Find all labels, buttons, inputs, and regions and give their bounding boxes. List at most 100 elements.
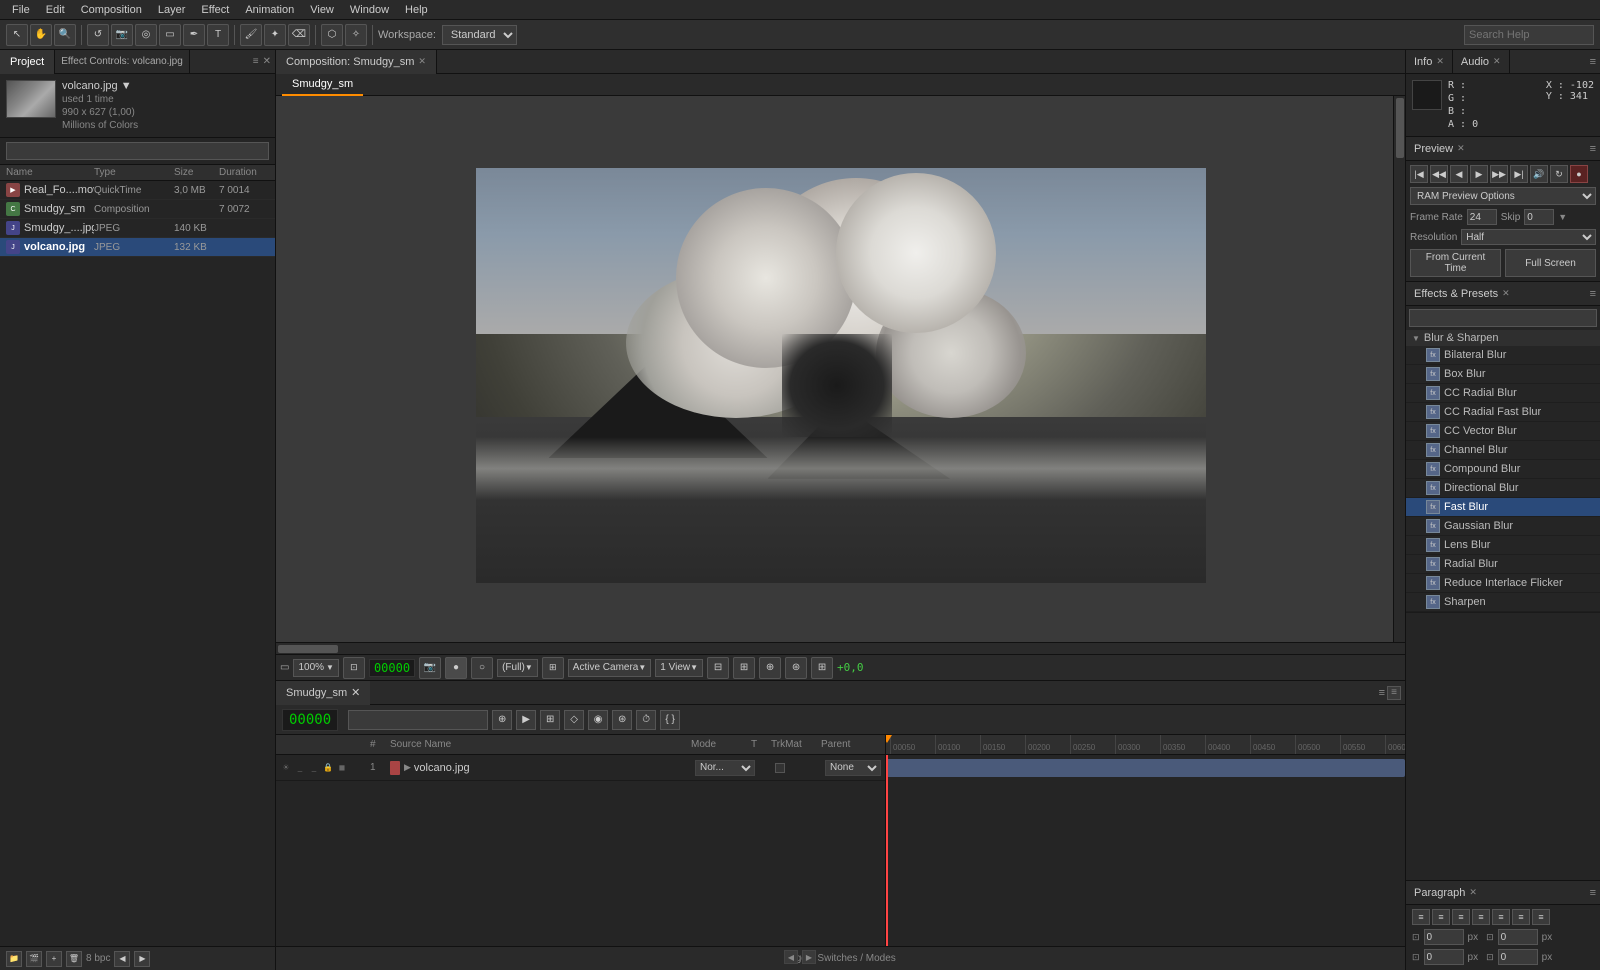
from-current-btn[interactable]: From Current Time bbox=[1410, 249, 1501, 277]
blur-sharpen-header[interactable]: ▼ Blur & Sharpen bbox=[1406, 330, 1600, 346]
viewer-3d-btn[interactable]: ⊞ bbox=[811, 657, 833, 679]
tl-clock-btn[interactable]: ⏱ bbox=[636, 710, 656, 730]
track-body[interactable] bbox=[886, 755, 1405, 946]
timeline-panel-menu[interactable]: ≡ bbox=[1379, 687, 1385, 699]
effect-item-channel[interactable]: fx Channel Blur bbox=[1406, 441, 1600, 460]
viewer-timecode[interactable]: 00000 bbox=[369, 659, 415, 677]
prev-frame-btn[interactable]: ◀◀ bbox=[1430, 165, 1448, 183]
tl-render-btn[interactable]: ▶ bbox=[516, 710, 536, 730]
para-tab-close[interactable]: ✕ bbox=[1469, 887, 1477, 898]
viewer-scrollbar-h[interactable] bbox=[276, 642, 1405, 654]
para-panel-menu[interactable]: ≡ bbox=[1590, 887, 1600, 899]
tool-eraser[interactable]: ⌫ bbox=[288, 24, 310, 46]
first-frame-btn[interactable]: |◀ bbox=[1410, 165, 1428, 183]
effect-item-cc-radial[interactable]: fx CC Radial Blur bbox=[1406, 384, 1600, 403]
scroll-right-btn[interactable]: ▶ bbox=[134, 951, 150, 967]
menu-window[interactable]: Window bbox=[342, 4, 397, 16]
tl-snap-btn[interactable]: ⊞ bbox=[540, 710, 560, 730]
timeline-tab[interactable]: Smudgy_sm ✕ bbox=[276, 681, 370, 705]
layer-audio-btn[interactable]: _ bbox=[308, 762, 320, 774]
tool-hand[interactable]: ✋ bbox=[30, 24, 52, 46]
tl-3d-btn[interactable]: ⊛ bbox=[612, 710, 632, 730]
comp-tab-active[interactable]: Composition: Smudgy_sm ✕ bbox=[276, 50, 437, 74]
info-panel-menu[interactable]: ≡ bbox=[1590, 56, 1600, 68]
tool-select[interactable]: ↖ bbox=[6, 24, 28, 46]
audio-tab[interactable]: Audio ✕ bbox=[1453, 50, 1510, 74]
effect-item-radial[interactable]: fx Radial Blur bbox=[1406, 555, 1600, 574]
tool-zoom[interactable]: 🔍 bbox=[54, 24, 76, 46]
effect-item-sharpen[interactable]: fx Sharpen bbox=[1406, 593, 1600, 612]
full-screen-btn[interactable]: Full Screen bbox=[1505, 249, 1596, 277]
layer-lock-btn[interactable]: 🔒 bbox=[322, 762, 334, 774]
last-frame-btn[interactable]: ▶| bbox=[1510, 165, 1528, 183]
panel-close-icon[interactable]: ✕ bbox=[263, 56, 271, 67]
viewer-snap-btn[interactable]: ⊕ bbox=[759, 657, 781, 679]
next-frame-btn[interactable]: ▶▶ bbox=[1490, 165, 1508, 183]
tool-puppet[interactable]: ✧ bbox=[345, 24, 367, 46]
menu-edit[interactable]: Edit bbox=[38, 4, 73, 16]
list-item[interactable]: J volcano.jpg JPEG 132 KB bbox=[0, 238, 275, 257]
effect-item-directional[interactable]: fx Directional Blur bbox=[1406, 479, 1600, 498]
tool-anchor[interactable]: ◎ bbox=[135, 24, 157, 46]
tl-comp-marker-btn[interactable]: ⊕ bbox=[492, 710, 512, 730]
layer-video-btn[interactable]: _ bbox=[294, 762, 306, 774]
para-tab[interactable]: Paragraph ✕ bbox=[1406, 881, 1485, 905]
timeline-tab-close[interactable]: ✕ bbox=[351, 686, 360, 699]
effects-tab[interactable]: Effects & Presets ✕ bbox=[1406, 282, 1518, 306]
list-item[interactable]: J Smudgy_....jpg JPEG 140 KB bbox=[0, 219, 275, 238]
tool-text[interactable]: T bbox=[207, 24, 229, 46]
viewer-color-btn[interactable]: ● bbox=[445, 657, 467, 679]
menu-view[interactable]: View bbox=[302, 4, 342, 16]
effect-item-bilateral[interactable]: fx Bilateral Blur bbox=[1406, 346, 1600, 365]
tool-rotate[interactable]: ↺ bbox=[87, 24, 109, 46]
list-item[interactable]: ▶ Real_Fo....mov QuickTime 3,0 MB 7 0014 bbox=[0, 181, 275, 200]
layer-mode-select[interactable]: Nor... bbox=[695, 760, 755, 776]
comp-tab-close[interactable]: ✕ bbox=[418, 56, 426, 67]
tool-shape[interactable]: ▭ bbox=[159, 24, 181, 46]
para-justify-all[interactable]: ≡ bbox=[1532, 909, 1550, 925]
tl-nav-right[interactable]: ▶ bbox=[802, 950, 816, 964]
effect-item-cc-vector[interactable]: fx CC Vector Blur bbox=[1406, 422, 1600, 441]
para-align-left[interactable]: ≡ bbox=[1412, 909, 1430, 925]
resolution-select[interactable]: Half bbox=[1461, 229, 1596, 245]
layer-label-btn[interactable]: ◼ bbox=[336, 762, 348, 774]
para-align-center[interactable]: ≡ bbox=[1432, 909, 1450, 925]
zoom-dropdown[interactable]: 100% ▼ bbox=[293, 659, 339, 677]
list-item[interactable]: C Smudgy_sm Composition 7 0072 bbox=[0, 200, 275, 219]
loop-btn[interactable]: ↻ bbox=[1550, 165, 1568, 183]
effect-item-reduce[interactable]: fx Reduce Interlace Flicker bbox=[1406, 574, 1600, 593]
para-spacing-1[interactable] bbox=[1424, 929, 1464, 945]
effect-item-fast[interactable]: fx Fast Blur bbox=[1406, 498, 1600, 517]
transparency-btn[interactable]: ⊞ bbox=[542, 657, 564, 679]
effect-item-gaussian[interactable]: fx Gaussian Blur bbox=[1406, 517, 1600, 536]
effect-item-box[interactable]: fx Box Blur bbox=[1406, 365, 1600, 384]
tl-nav-left[interactable]: ◀ bbox=[784, 950, 798, 964]
project-search-input[interactable] bbox=[6, 142, 269, 160]
effect-item-lens[interactable]: fx Lens Blur bbox=[1406, 536, 1600, 555]
viewer-alpha-btn[interactable]: ○ bbox=[471, 657, 493, 679]
para-justify-center[interactable]: ≡ bbox=[1492, 909, 1510, 925]
viewer-toggle-region[interactable]: ▭ bbox=[280, 662, 289, 673]
menu-layer[interactable]: Layer bbox=[150, 4, 194, 16]
tl-motion-blur-btn[interactable]: ◉ bbox=[588, 710, 608, 730]
audio-btn[interactable]: 🔊 bbox=[1530, 165, 1548, 183]
info-tab-close[interactable]: ✕ bbox=[1436, 56, 1444, 67]
camera-view-dropdown[interactable]: Active Camera ▼ bbox=[568, 659, 652, 677]
tool-camera[interactable]: 📷 bbox=[111, 24, 133, 46]
preview-tab-close[interactable]: ✕ bbox=[1457, 143, 1465, 154]
panel-menu-icon[interactable]: ≡ bbox=[253, 56, 259, 67]
tl-expressions-btn[interactable]: { } bbox=[660, 710, 680, 730]
new-folder-btn[interactable]: 📁 bbox=[6, 951, 22, 967]
play-btn[interactable]: ▶ bbox=[1470, 165, 1488, 183]
skip-input[interactable] bbox=[1524, 209, 1554, 225]
effect-item-compound[interactable]: fx Compound Blur bbox=[1406, 460, 1600, 479]
menu-help[interactable]: Help bbox=[397, 4, 436, 16]
fit-to-comp-btn[interactable]: ⊡ bbox=[343, 657, 365, 679]
views-dropdown[interactable]: 1 View ▼ bbox=[655, 659, 703, 677]
timeline-search-input[interactable] bbox=[348, 710, 488, 730]
tool-pen[interactable]: ✒ bbox=[183, 24, 205, 46]
menu-animation[interactable]: Animation bbox=[237, 4, 302, 16]
tool-clone[interactable]: ✦ bbox=[264, 24, 286, 46]
preview-panel-menu[interactable]: ≡ bbox=[1590, 143, 1600, 155]
layer-expand-arrow[interactable]: ▶ bbox=[404, 762, 411, 773]
